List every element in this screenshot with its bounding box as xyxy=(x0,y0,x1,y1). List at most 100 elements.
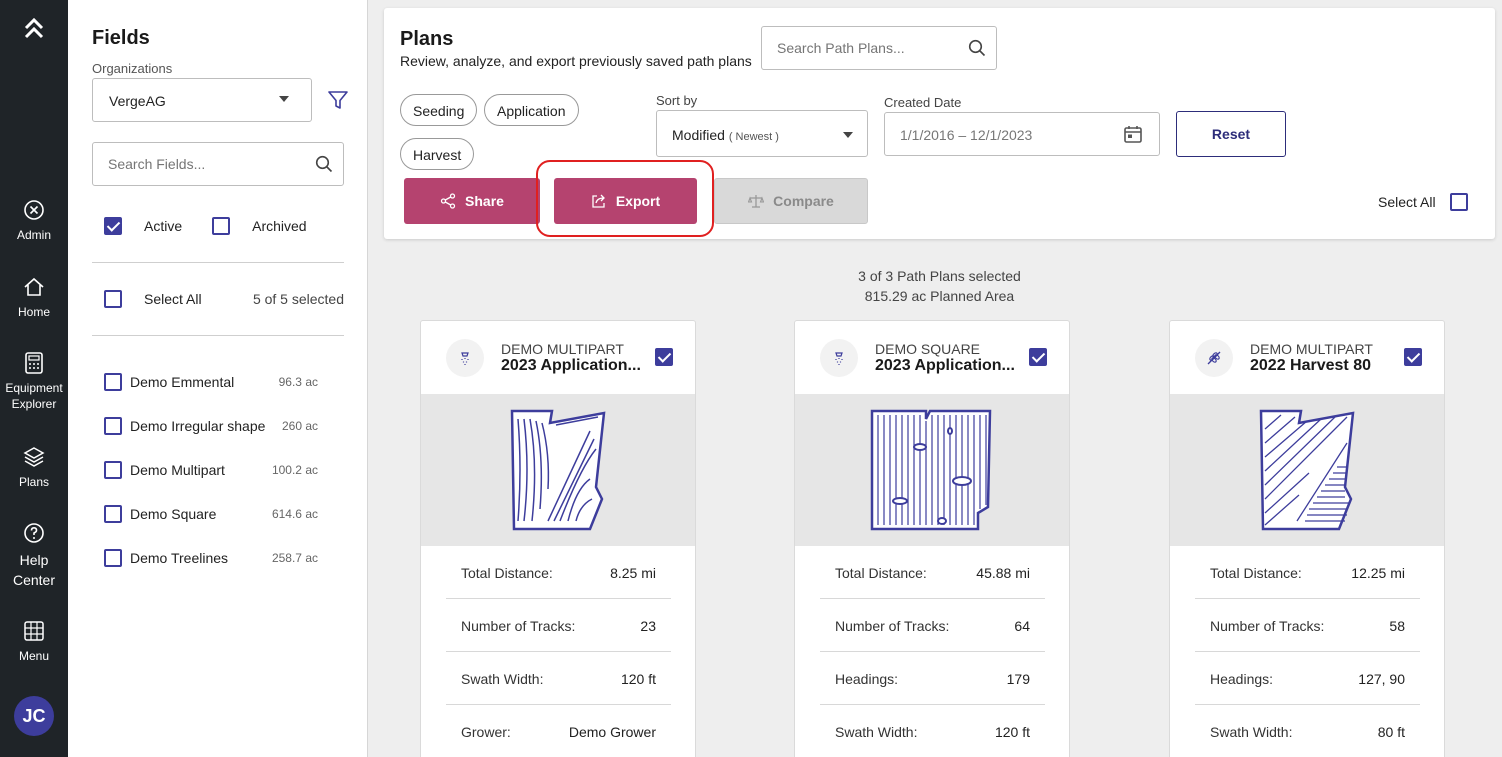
compare-button[interactable]: Compare xyxy=(714,178,868,224)
created-date-value: 1/1/2016 – 12/1/2023 xyxy=(900,127,1033,143)
caret-down-icon xyxy=(843,132,853,138)
plan-stat-row: Headings: 127, 90 xyxy=(1195,652,1420,705)
plan-name: 2023 Application... xyxy=(501,357,641,374)
rail-label-admin: Admin xyxy=(16,228,51,242)
plan-stat-row: Swath Width: 80 ft xyxy=(1195,705,1420,757)
rail-label-menu: Menu xyxy=(18,649,50,663)
user-avatar[interactable]: JC xyxy=(14,696,54,736)
rail-label-home: Home xyxy=(17,305,50,319)
field-list-item[interactable]: Demo Irregular shape 260 ac xyxy=(104,416,318,436)
stat-label: Swath Width: xyxy=(835,724,918,740)
rail-item-home[interactable]: Home xyxy=(0,276,68,320)
field-acres: 100.2 ac xyxy=(271,463,318,477)
rail-item-menu[interactable]: Menu xyxy=(0,620,68,664)
rail-item-equipment-explorer[interactable]: Equipment Explorer xyxy=(0,352,68,412)
rail-label-plans: Plans xyxy=(18,475,50,489)
chip-seeding[interactable]: Seeding xyxy=(400,94,478,126)
calculator-icon xyxy=(25,352,43,374)
field-name: Demo Square xyxy=(130,506,217,522)
stat-value: 45.88 mi xyxy=(976,565,1030,581)
rail-item-help-center[interactable]: Help Center xyxy=(0,522,68,590)
plan-card[interactable]: DEMO SQUARE 2023 Application... Total Di… xyxy=(794,320,1070,757)
plans-header-card: Plans Review, analyze, and export previo… xyxy=(384,8,1495,239)
plan-checkbox[interactable] xyxy=(1029,348,1047,366)
stat-value: 120 ft xyxy=(994,724,1030,740)
field-list-item[interactable]: Demo Emmental 96.3 ac xyxy=(104,372,318,392)
app-logo-icon[interactable] xyxy=(0,14,68,46)
plan-stat-row: Total Distance: 12.25 mi xyxy=(1195,546,1420,599)
fields-panel: Fields Organizations VergeAG Active Arch… xyxy=(68,0,368,757)
plans-title: Plans xyxy=(400,28,454,50)
rail-item-plans[interactable]: Plans xyxy=(0,446,68,490)
filter-icon[interactable] xyxy=(328,90,348,110)
stat-value: 12.25 mi xyxy=(1351,565,1405,581)
search-fields-input[interactable] xyxy=(93,143,293,185)
stat-label: Total Distance: xyxy=(1210,565,1302,581)
organizations-label: Organizations xyxy=(92,61,173,76)
archived-label: Archived xyxy=(252,218,307,234)
stat-value: 179 xyxy=(1006,671,1030,687)
field-checkbox[interactable] xyxy=(104,505,122,523)
plan-map-preview xyxy=(1170,394,1444,546)
share-icon xyxy=(440,193,456,209)
plan-map-preview xyxy=(421,394,695,546)
stat-label: Number of Tracks: xyxy=(461,618,576,634)
select-all-fields-checkbox[interactable] xyxy=(104,290,122,308)
plan-field-name: DEMO MULTIPART xyxy=(501,341,624,357)
field-name: Demo Irregular shape xyxy=(130,418,266,434)
rail-label-equipment-explorer: Equipment Explorer xyxy=(5,381,63,411)
chip-harvest[interactable]: Harvest xyxy=(400,138,475,170)
calendar-icon[interactable] xyxy=(1123,124,1143,144)
stat-value: 64 xyxy=(1014,618,1030,634)
archived-checkbox[interactable] xyxy=(212,217,231,235)
field-checkbox[interactable] xyxy=(104,461,122,479)
stat-label: Headings: xyxy=(1210,671,1274,687)
chip-application[interactable]: Application xyxy=(484,94,579,126)
plans-summary: 3 of 3 Path Plans selected 815.29 ac Pla… xyxy=(384,266,1495,306)
plan-stat-row: Total Distance: 8.25 mi xyxy=(446,546,671,599)
sort-by-label: Sort by xyxy=(656,93,698,108)
field-name: Demo Multipart xyxy=(130,462,225,478)
search-plans-input[interactable] xyxy=(762,27,952,69)
plan-stat-row: Number of Tracks: 23 xyxy=(446,599,671,652)
sort-by-select[interactable]: Modified ( Newest ) xyxy=(656,110,868,157)
rail-item-admin[interactable]: Admin xyxy=(0,199,68,243)
stat-label: Number of Tracks: xyxy=(1210,618,1325,634)
active-checkbox[interactable] xyxy=(104,217,122,235)
export-highlight-annotation xyxy=(536,160,714,237)
created-date-field[interactable]: 1/1/2016 – 12/1/2023 xyxy=(884,112,1160,156)
field-acres: 614.6 ac xyxy=(271,507,318,521)
reset-button[interactable]: Reset xyxy=(1176,111,1286,157)
scale-icon xyxy=(748,195,765,208)
select-all-plans-checkbox[interactable] xyxy=(1449,193,1468,211)
field-checkbox[interactable] xyxy=(104,417,122,435)
stat-value: 8.25 mi xyxy=(610,565,656,581)
share-button[interactable]: Share xyxy=(404,178,540,224)
select-all-plans-row: Select All xyxy=(1378,193,1468,211)
fields-title: Fields xyxy=(92,27,150,49)
stat-value: 80 ft xyxy=(1377,724,1405,740)
field-list-item[interactable]: Demo Multipart 100.2 ac xyxy=(104,460,318,480)
stat-label: Number of Tracks: xyxy=(835,618,950,634)
field-checkbox[interactable] xyxy=(104,373,122,391)
plan-card[interactable]: DEMO MULTIPART 2022 Harvest 80 Total Dis… xyxy=(1169,320,1445,757)
plan-checkbox[interactable] xyxy=(1404,348,1422,366)
home-icon xyxy=(24,277,44,296)
harvest-type-icon xyxy=(1195,339,1233,377)
field-acres: 96.3 ac xyxy=(278,375,318,389)
stat-label: Headings: xyxy=(835,671,899,687)
plan-stat-row: Headings: 179 xyxy=(820,652,1045,705)
field-list-item[interactable]: Demo Square 614.6 ac xyxy=(104,504,318,524)
plan-card[interactable]: DEMO MULTIPART 2023 Application... Total… xyxy=(420,320,696,757)
search-icon[interactable] xyxy=(315,155,333,173)
stat-value: 23 xyxy=(640,618,656,634)
app-rail: Admin Home Equipment Explorer Plans Help… xyxy=(0,0,68,757)
plan-checkbox[interactable] xyxy=(655,348,673,366)
select-all-plans-label: Select All xyxy=(1378,194,1436,210)
search-icon[interactable] xyxy=(968,39,986,57)
field-checkbox[interactable] xyxy=(104,549,122,567)
field-list-item[interactable]: Demo Treelines 258.7 ac xyxy=(104,548,318,568)
grid-icon xyxy=(24,621,44,641)
fields-selected-count: 5 of 5 selected xyxy=(252,291,344,307)
organization-select[interactable]: VergeAG xyxy=(92,78,312,122)
